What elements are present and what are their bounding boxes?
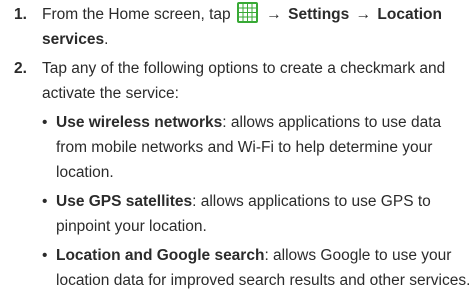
option-term: Use GPS satellites — [56, 193, 193, 210]
list-item: • Use GPS satellites: allows application… — [42, 189, 472, 239]
step-1-text: From the Home screen, tap → Settings → L… — [42, 2, 466, 52]
step-2-text: Tap any of the following options to crea… — [42, 60, 446, 102]
list-item: • Use wireless networks: allows applicat… — [42, 110, 472, 185]
apps-grid-icon — [236, 2, 258, 23]
arrow-right-icon: → — [266, 6, 282, 23]
bullet-icon: • — [42, 193, 48, 210]
step-1-number: 1. — [14, 6, 27, 23]
bullet-icon: • — [42, 247, 48, 264]
bullet-icon: • — [42, 114, 48, 131]
options-list: • Use wireless networks: allows applicat… — [42, 110, 472, 297]
arrow-right-icon: → — [355, 6, 372, 23]
step-2: 2. Tap any of the following options to c… — [14, 56, 466, 106]
option-term: Location and Google search — [56, 247, 265, 264]
option-term: Use wireless networks — [56, 114, 223, 131]
step-1: 1. From the Home screen, tap → Settings … — [14, 2, 466, 52]
step-2-number: 2. — [14, 60, 27, 77]
menu-item-settings: Settings — [288, 6, 350, 23]
step-1-prefix: From the Home screen, tap — [42, 6, 231, 23]
step-1-suffix: . — [104, 31, 109, 48]
document-page: 1. From the Home screen, tap → Settings … — [0, 0, 472, 303]
list-item: • Location and Google search: allows Goo… — [42, 243, 472, 293]
